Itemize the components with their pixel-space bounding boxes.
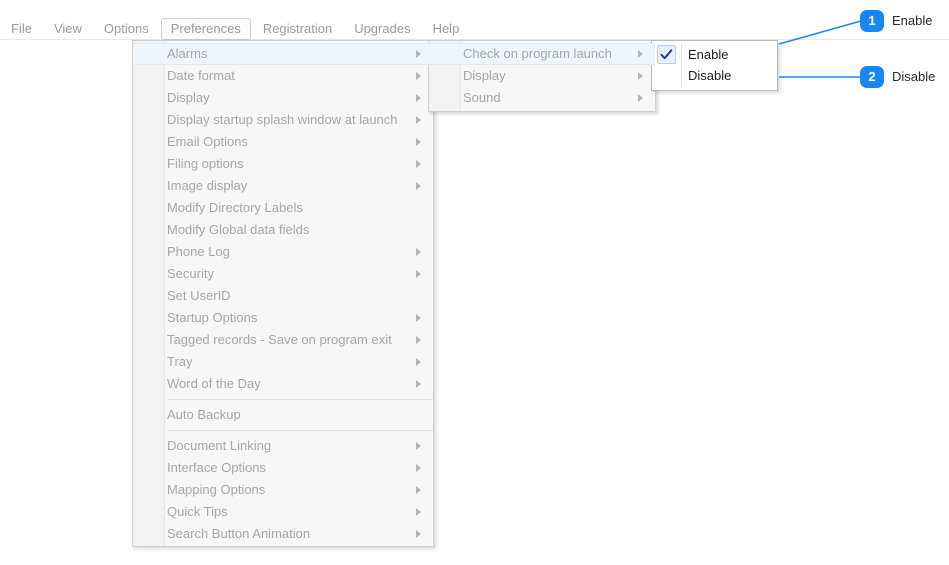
menu-item-tray[interactable]: Tray: [133, 351, 433, 373]
submenu-arrow-icon: [638, 94, 643, 102]
alarms-menu-list: Check on program launch Display Sound: [429, 41, 655, 111]
menubar-item-upgrades[interactable]: Upgrades: [344, 18, 420, 40]
menu-item-search-button-animation[interactable]: Search Button Animation: [133, 523, 433, 545]
submenu-arrow-icon: [416, 314, 421, 322]
submenu-arrow-icon: [416, 94, 421, 102]
menu-item-modify-global-data-fields[interactable]: Modify Global data fields: [133, 219, 433, 241]
menu-item-enable[interactable]: Enable: [652, 44, 777, 65]
menu-item-modify-directory-labels[interactable]: Modify Directory Labels: [133, 197, 433, 219]
menu-item-label: Quick Tips: [167, 504, 228, 519]
preferences-dropdown-menu: Alarms Date format Display Display start…: [132, 40, 434, 547]
menu-item-word-of-the-day[interactable]: Word of the Day: [133, 373, 433, 395]
menu-item-label: Filing options: [167, 156, 244, 171]
menu-item-date-format[interactable]: Date format: [133, 65, 433, 87]
submenu-arrow-icon: [416, 182, 421, 190]
menu-item-label: Display: [463, 68, 506, 83]
menu-item-label: Date format: [167, 68, 235, 83]
menu-item-label: Document Linking: [167, 438, 272, 453]
menu-item-label: Mapping Options: [167, 482, 266, 497]
alarms-submenu: Check on program launch Display Sound: [428, 40, 656, 112]
menu-item-alarms[interactable]: Alarms: [133, 43, 433, 65]
menu-item-label: Display startup splash window at launch: [167, 112, 398, 127]
menu-item-email-options[interactable]: Email Options: [133, 131, 433, 153]
submenu-arrow-icon: [638, 72, 643, 80]
submenu-arrow-icon: [416, 248, 421, 256]
menu-item-alarm-sound[interactable]: Sound: [429, 87, 655, 109]
menu-item-disable[interactable]: Disable: [652, 65, 777, 86]
menu-item-label: Set UserID: [167, 288, 231, 303]
submenu-arrow-icon: [416, 530, 421, 538]
menu-item-document-linking[interactable]: Document Linking: [133, 435, 433, 457]
submenu-arrow-icon: [416, 486, 421, 494]
menu-item-label: Phone Log: [167, 244, 230, 259]
menubar-item-registration[interactable]: Registration: [253, 18, 342, 40]
menu-item-phone-log[interactable]: Phone Log: [133, 241, 433, 263]
menubar-item-file[interactable]: File: [1, 18, 42, 40]
menubar: File View Options Preferences Registrati…: [0, 17, 949, 40]
menu-item-display-startup-splash[interactable]: Display startup splash window at launch: [133, 109, 433, 131]
menu-item-label: Modify Global data fields: [167, 222, 310, 237]
menu-item-auto-backup[interactable]: Auto Backup: [133, 404, 433, 426]
menu-item-filing-options[interactable]: Filing options: [133, 153, 433, 175]
menu-separator: [167, 399, 433, 400]
submenu-arrow-icon: [416, 358, 421, 366]
menu-divider: [681, 44, 682, 87]
submenu-arrow-icon: [416, 508, 421, 516]
submenu-arrow-icon: [416, 116, 421, 124]
menu-item-label: Word of the Day: [167, 376, 261, 391]
menu-item-set-userid[interactable]: Set UserID: [133, 285, 433, 307]
submenu-arrow-icon: [416, 442, 421, 450]
submenu-arrow-icon: [416, 270, 421, 278]
menubar-item-preferences[interactable]: Preferences: [160, 17, 251, 40]
submenu-arrow-icon: [416, 380, 421, 388]
menu-item-label: Tagged records - Save on program exit: [167, 332, 392, 347]
menu-item-quick-tips[interactable]: Quick Tips: [133, 501, 433, 523]
check-on-program-launch-submenu: Enable Disable: [651, 40, 778, 91]
callout-badge-2[interactable]: 2: [860, 66, 884, 88]
callout-label-1: Enable: [892, 13, 933, 28]
menu-item-alarm-display[interactable]: Display: [429, 65, 655, 87]
menu-item-label: Interface Options: [167, 460, 266, 475]
callout-badge-1[interactable]: 1: [860, 10, 884, 32]
menu-item-startup-options[interactable]: Startup Options: [133, 307, 433, 329]
menu-item-label: Enable: [688, 47, 729, 62]
menu-item-label: Tray: [167, 354, 193, 369]
menu-item-label: Alarms: [167, 46, 208, 61]
menu-item-security[interactable]: Security: [133, 263, 433, 285]
menu-item-label: Check on program launch: [463, 46, 612, 61]
launch-menu-list: Enable Disable: [652, 41, 777, 89]
menu-item-check-on-program-launch[interactable]: Check on program launch: [429, 43, 655, 65]
menu-item-label: Auto Backup: [167, 407, 241, 422]
menu-item-label: Startup Options: [167, 310, 258, 325]
menu-item-mapping-options[interactable]: Mapping Options: [133, 479, 433, 501]
menubar-item-options[interactable]: Options: [94, 18, 159, 40]
callout-label-2: Disable: [892, 69, 936, 84]
menu-item-label: Email Options: [167, 134, 248, 149]
submenu-arrow-icon: [416, 464, 421, 472]
menu-item-image-display[interactable]: Image display: [133, 175, 433, 197]
menu-separator: [167, 430, 433, 431]
menubar-item-view[interactable]: View: [44, 18, 92, 40]
submenu-arrow-icon: [638, 50, 643, 58]
menubar-item-help[interactable]: Help: [423, 18, 470, 40]
checkmark-icon: [657, 45, 676, 64]
submenu-arrow-icon: [416, 138, 421, 146]
menu-item-interface-options[interactable]: Interface Options: [133, 457, 433, 479]
menu-item-label: Display: [167, 90, 210, 105]
submenu-arrow-icon: [416, 50, 421, 58]
menu-item-label: Modify Directory Labels: [167, 200, 303, 215]
preferences-menu-list: Alarms Date format Display Display start…: [133, 41, 433, 547]
menu-item-label: Disable: [688, 68, 732, 83]
menu-item-label: Image display: [167, 178, 248, 193]
menu-item-label: Search Button Animation: [167, 526, 311, 541]
submenu-arrow-icon: [416, 336, 421, 344]
menu-item-label: Security: [167, 266, 214, 281]
submenu-arrow-icon: [416, 72, 421, 80]
menu-item-display[interactable]: Display: [133, 87, 433, 109]
submenu-arrow-icon: [416, 160, 421, 168]
menu-item-tagged-records[interactable]: Tagged records - Save on program exit: [133, 329, 433, 351]
menu-item-label: Sound: [463, 90, 501, 105]
